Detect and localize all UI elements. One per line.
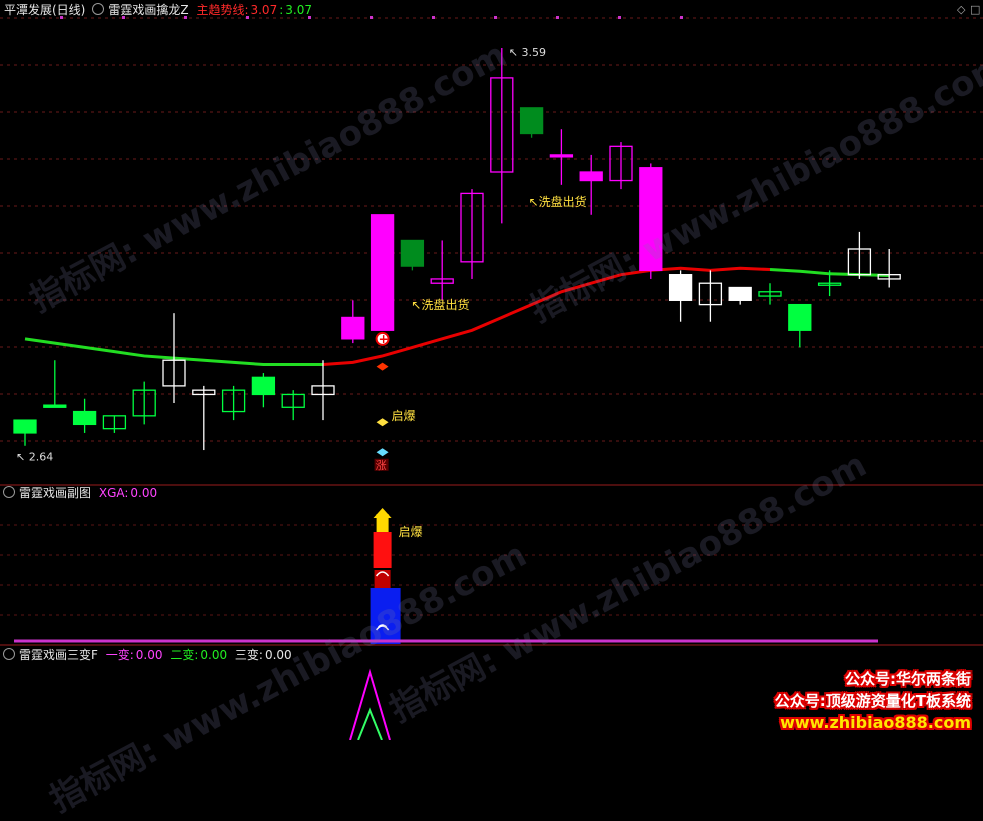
window-box-icon[interactable]: □: [970, 3, 980, 16]
main-pane-header: 平潭发展(日线) 雷霆戏画擒龙Z 主趋势线: 3.07:3.07: [0, 0, 316, 20]
main-indicator-name[interactable]: 雷霆戏画擒龙Z: [108, 3, 188, 17]
candle-body: [43, 404, 67, 408]
chart-canvas[interactable]: ↖ 3.59↖ 2.64↖洗盘出货↖洗盘出货启爆+涨启爆: [0, 0, 983, 740]
v2-label: 二变:: [170, 648, 199, 662]
v2-value: 0.00: [200, 648, 228, 662]
settings-icon[interactable]: [3, 486, 15, 498]
wash-label-1: ↖洗盘出货: [529, 194, 587, 209]
promo-line-2: 公众号:顶级游资量化T板系统: [774, 692, 971, 710]
candle-body: [251, 376, 276, 396]
xga-value: 0.00: [130, 486, 158, 500]
xga-label: XGA:: [98, 486, 129, 500]
candle-body: [13, 419, 37, 434]
butterfly-icon: [376, 448, 389, 457]
v3-value: 0.00: [264, 648, 292, 662]
sub-pane-2-header: 雷霆戏画三变F 一变: 0.00 二变: 0.00 三变: 0.00: [0, 645, 296, 665]
candle-body: [519, 107, 544, 135]
sub1-indicator-name[interactable]: 雷霆戏画副图: [19, 486, 91, 500]
xga-bar-blue: [370, 588, 401, 644]
xga-bar-red: [373, 532, 392, 568]
top-marker-dot: [618, 16, 621, 19]
v1-value: 0.00: [135, 648, 163, 662]
plus-sign-icon: +: [379, 332, 389, 346]
candle-body: [549, 154, 574, 158]
trend-value-2: 3.07: [285, 3, 312, 17]
top-marker-dot: [432, 16, 435, 19]
expand-icon[interactable]: ◇: [957, 3, 965, 16]
butterfly-icon: [376, 362, 389, 371]
settings-icon[interactable]: [3, 648, 15, 660]
candle-body: [788, 303, 812, 331]
butterfly-icon: [376, 418, 389, 427]
candle-body: [72, 410, 97, 426]
low-price-label: ↖ 2.64: [16, 450, 53, 463]
top-marker-dot: [370, 16, 373, 19]
one-change-spike: [349, 668, 391, 740]
top-marker-dot: [494, 16, 497, 19]
top-marker-dot: [556, 16, 559, 19]
settings-icon[interactable]: [92, 3, 105, 15]
zhang-label: 涨: [376, 459, 387, 472]
two-change-spike: [357, 707, 383, 740]
candle-body: [668, 274, 693, 301]
up-arrow-icon: [373, 508, 392, 518]
stock-chart-window[interactable]: ↖ 3.59 ↖ 2.64 ↖洗盘出货 ↖洗盘出货 启爆 + 涨启爆 指标网: www.zh…: [0, 0, 983, 820]
v3-label: 三变:: [234, 648, 263, 662]
promo-line-1: 公众号:华尔两条街: [845, 670, 971, 688]
candle-body: [370, 214, 395, 331]
candle-body: [728, 286, 752, 301]
v1-label: 一变:: [105, 648, 134, 662]
top-marker-dot: [680, 16, 683, 19]
candle-body: [400, 239, 425, 267]
high-price-label: ↖ 3.59: [509, 46, 546, 59]
trend-value-1: 3.07: [250, 3, 278, 17]
qibao-label-sub: 启爆: [399, 525, 423, 539]
sub-pane-1-header: 雷霆戏画副图 XGA: 0.00: [0, 483, 161, 503]
promo-line-3: www.zhibiao888.com: [780, 713, 971, 732]
candle-body: [341, 316, 365, 340]
candle-body: [579, 171, 603, 182]
trend-sep: :: [279, 3, 284, 17]
trend-label: 主趋势线:: [196, 3, 249, 17]
candle-body: [639, 167, 663, 272]
qibao-label-main: 启爆: [392, 409, 416, 423]
sub2-indicator-name[interactable]: 雷霆戏画三变F: [19, 648, 98, 662]
wash-label-2: ↖洗盘出货: [411, 297, 469, 312]
stock-title: 平潭发展(日线): [4, 3, 86, 17]
